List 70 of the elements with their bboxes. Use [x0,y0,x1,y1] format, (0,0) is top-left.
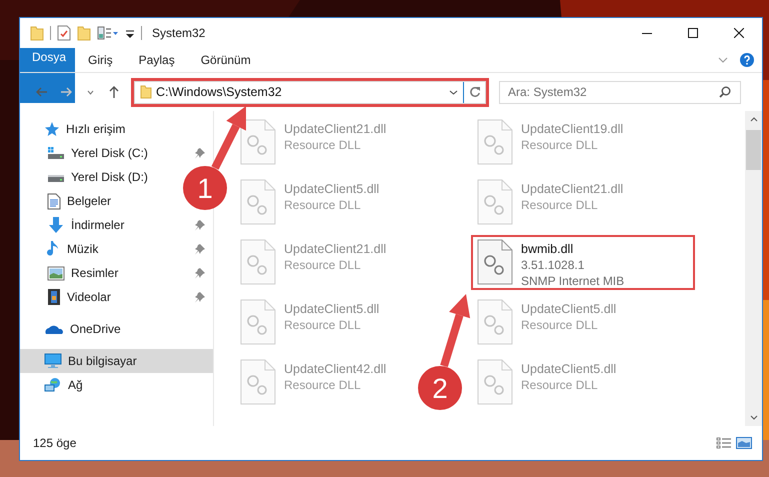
search-icon [719,86,731,98]
forward-arrow-icon [60,87,72,97]
expand-ribbon-icon[interactable] [718,57,728,63]
pin-icon[interactable] [195,244,205,254]
sidebar-item[interactable]: Bu bilgisayar [20,349,213,373]
ribbon-tab[interactable]: Dosya [20,48,75,103]
scroll-thumb[interactable] [746,130,761,170]
sidebar-item[interactable]: Hızlı erişim [44,117,128,141]
maximize-icon [688,28,698,38]
step-badge: 1 [183,166,227,210]
ribbon-tab[interactable]: Görünüm [188,48,264,72]
large-icons-view-icon[interactable] [736,437,752,449]
help-icon[interactable] [740,53,754,67]
close-icon [734,28,744,38]
file-description: Resource DLL [284,318,362,332]
file-description: Resource DLL [521,378,599,392]
sidebar-item[interactable]: Yerel Disk (C:) [47,141,150,165]
file-description: Resource DLL [284,378,362,392]
sidebar-item[interactable]: Videolar [47,285,113,309]
chevron-down-icon[interactable] [448,90,458,94]
drive-icon [47,146,65,160]
network-icon [44,377,62,393]
file-description: Resource DLL [521,138,599,152]
checklist-icon[interactable] [57,25,71,41]
file-description: Resource DLL [521,318,599,332]
folder-icon[interactable] [77,25,91,41]
scroll-down-icon[interactable] [750,415,758,420]
back-arrow-icon [36,87,48,97]
file-description: Resource DLL [521,198,599,212]
file-description: SNMP Internet MIB [521,274,624,288]
file-description: Resource DLL [284,138,362,152]
item-count: 125 öge [33,436,76,450]
film-icon [47,288,61,306]
document-icon [47,192,61,210]
up-arrow-icon [109,86,119,98]
star-icon [44,121,60,137]
details-view-icon[interactable] [716,437,732,449]
sidebar-item[interactable]: Belgeler [47,189,114,213]
download-icon [47,216,65,234]
ribbon-tab[interactable]: Giriş [75,48,126,72]
sidebar-item[interactable]: İndirmeler [47,213,126,237]
file-description: Resource DLL [284,198,362,212]
pin-icon[interactable] [195,292,205,302]
sidebar-item[interactable]: Ağ [44,373,85,397]
folder-icon[interactable] [30,25,44,41]
file-name[interactable]: bwmib.dll [521,242,624,256]
sidebar-item[interactable]: Yerel Disk (D:) [47,165,150,189]
view-menu-icon[interactable] [97,26,119,40]
sidebar-item[interactable]: Resimler [47,261,120,285]
file-description: Resource DLL [284,258,362,272]
step-badge: 2 [418,366,462,410]
sidebar-item[interactable]: OneDrive [44,317,123,341]
pin-icon[interactable] [195,148,205,158]
pin-icon[interactable] [195,220,205,230]
search-box[interactable]: Ara: System32 [499,80,741,104]
chevron-down-icon [86,90,94,94]
picture-icon [47,266,65,280]
ribbon-tab[interactable]: Paylaş [126,48,188,72]
computer-icon [44,353,62,369]
window-title: System32 [152,26,206,40]
file-version: 3.51.1028.1 [521,258,586,272]
scroll-up-icon[interactable] [750,117,758,122]
scrollbar[interactable] [745,111,762,426]
pin-icon[interactable] [195,268,205,278]
dll-file-icon[interactable] [477,239,513,285]
sidebar-item[interactable]: Müzik [47,237,100,261]
refresh-icon [468,86,480,98]
minimize-icon [642,32,652,34]
music-note-icon [47,240,61,258]
arrow [211,106,246,170]
